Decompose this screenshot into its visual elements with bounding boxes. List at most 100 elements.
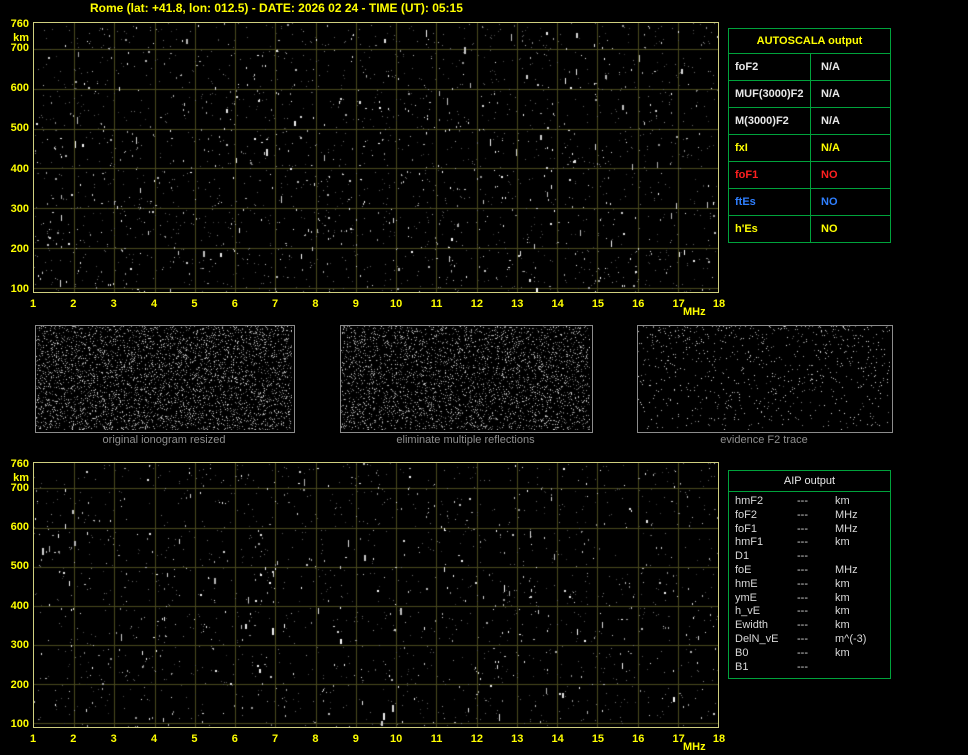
x-axis-tick: 1 xyxy=(29,733,37,745)
y-axis-tick: 760 xyxy=(10,18,29,30)
aip-row-2: foF1 --- MHz xyxy=(729,523,890,537)
y-axis-tick: 600 xyxy=(10,521,29,534)
aip-row-3: hmF1 --- km xyxy=(729,536,890,550)
aip-row-11: B0 --- km xyxy=(729,647,890,661)
autoscala-param-name: h'Es xyxy=(729,216,811,242)
aip-param-name: hmF1 xyxy=(735,536,764,549)
autoscala-param-value: N/A xyxy=(821,61,840,73)
aip-param-unit: km xyxy=(835,646,850,659)
aip-table-rows: hmF2 --- km foF2 --- MHz foF1 --- MHz hmF1 --- km D1… xyxy=(729,492,890,678)
autoscala-param-value: N/A xyxy=(821,88,840,100)
aip-param-unit: km xyxy=(835,619,850,632)
aip-param-value: --- xyxy=(797,550,808,563)
thumbnail-caption-evidence: evidence F2 trace xyxy=(720,434,808,446)
autoscala-row-2: M(3000)F2 N/A xyxy=(729,108,890,135)
aip-param-name: DelN_vE xyxy=(735,632,779,645)
aip-row-5: foE --- MHz xyxy=(729,564,890,578)
aip-param-value: --- xyxy=(797,591,808,604)
autoscala-param-value: NO xyxy=(821,223,838,235)
thumbnail-eliminate-reflections-canvas xyxy=(341,326,590,430)
aip-table-title: AIP output xyxy=(729,471,890,492)
x-axis-tick: 11 xyxy=(430,298,443,310)
y-axis-tick: 500 xyxy=(10,560,29,573)
autoscala-param-name: foF1 xyxy=(729,162,811,188)
aip-param-name: Ewidth xyxy=(735,619,769,632)
aip-row-6: hmE --- km xyxy=(729,578,890,592)
aip-param-name: hmF2 xyxy=(735,495,764,507)
x-axis-tick: 9 xyxy=(352,733,359,745)
x-axis-tick: 6 xyxy=(231,733,238,745)
aip-row-7: ymE --- km xyxy=(729,592,890,606)
x-axis-tick: 4 xyxy=(150,298,158,310)
autoscala-table-title: AUTOSCALA output xyxy=(729,29,890,54)
y-axis-tick: 760 xyxy=(10,457,29,470)
x-axis-tick: 8 xyxy=(312,298,319,310)
autoscala-param-value: N/A xyxy=(821,115,840,127)
aip-row-0: hmF2 --- km xyxy=(729,495,890,509)
autoscala-row-0: foF2 N/A xyxy=(729,54,890,81)
aip-row-1: foF2 --- MHz xyxy=(729,509,890,523)
x-axis-unit-label: MHz xyxy=(683,741,706,753)
y-axis-tick: 200 xyxy=(10,678,29,691)
aip-output-table: AIP output hmF2 --- km foF2 --- MHz foF1 --- MHz… xyxy=(728,470,891,680)
x-axis-tick: 5 xyxy=(191,298,198,310)
x-axis-tick: 7 xyxy=(272,733,279,745)
ionogram-bottom-canvas xyxy=(34,463,718,727)
x-axis-tick: 4 xyxy=(150,733,158,745)
y-axis-tick: 400 xyxy=(10,599,29,612)
autoscala-param-name: MUF(3000)F2 xyxy=(729,81,811,107)
aip-param-value: --- xyxy=(797,495,808,507)
aip-param-value: --- xyxy=(797,660,808,673)
aip-param-name: B0 xyxy=(735,646,749,659)
x-axis-tick: 9 xyxy=(352,298,359,310)
x-axis-tick: 16 xyxy=(632,733,645,745)
x-axis-tick: 7 xyxy=(272,298,279,310)
x-axis-tick: 10 xyxy=(390,298,403,310)
autoscala-param-name: foF2 xyxy=(729,54,811,80)
x-axis-tick: 16 xyxy=(632,298,645,310)
autoscala-param-name: ftEs xyxy=(729,189,811,215)
aip-param-value: --- xyxy=(797,577,808,590)
y-axis-tick: 100 xyxy=(10,718,29,731)
thumbnail-original-ionogram-canvas xyxy=(36,326,292,430)
autoscala-param-value: NO xyxy=(821,169,838,181)
aip-row-10: DelN_vE --- m^(-3) xyxy=(729,633,890,647)
x-axis-tick: 13 xyxy=(511,733,524,745)
autoscala-window: Rome (lat: +41.8, lon: 012.5) - DATE: 20… xyxy=(0,0,968,755)
thumbnail-evidence-f2-trace-canvas xyxy=(638,326,890,430)
aip-param-unit: MHz xyxy=(835,508,858,521)
aip-row-4: D1 --- xyxy=(729,550,890,564)
thumbnail-original-ionogram xyxy=(35,325,295,433)
x-axis-unit-label: MHz xyxy=(683,306,706,318)
ionogram-plot-top xyxy=(33,22,719,293)
aip-param-unit: MHz xyxy=(835,563,858,576)
aip-param-value: --- xyxy=(797,536,808,549)
aip-param-value: --- xyxy=(797,619,808,632)
aip-param-value: --- xyxy=(797,522,808,535)
y-axis-tick: 600 xyxy=(10,82,29,95)
x-axis-tick: 2 xyxy=(70,298,77,310)
aip-param-name: h_vE xyxy=(735,605,761,618)
autoscala-output-table: AUTOSCALA output foF2 N/A MUF(3000)F2 N/A M(… xyxy=(728,28,891,243)
autoscala-row-1: MUF(3000)F2 N/A xyxy=(729,81,890,108)
x-axis-tick: 15 xyxy=(591,298,605,310)
ionogram-plot-bottom xyxy=(33,462,719,728)
aip-param-unit: MHz xyxy=(835,522,858,535)
thumbnail-eliminate-reflections xyxy=(340,325,593,433)
aip-param-unit: km xyxy=(835,591,850,604)
autoscala-table-rows: foF2 N/A MUF(3000)F2 N/A M(3000)F2 N/A fxI N/A f… xyxy=(729,54,890,242)
y-axis-unit-label: km xyxy=(13,472,29,484)
autoscala-row-4: foF1 NO xyxy=(729,162,890,189)
thumbnail-caption-original: original ionogram resized xyxy=(102,434,226,446)
x-axis-tick: 14 xyxy=(551,298,564,310)
autoscala-row-3: fxI N/A xyxy=(729,135,890,162)
y-axis-tick: 400 xyxy=(10,162,29,175)
x-axis-tick: 6 xyxy=(231,298,238,310)
aip-param-value: --- xyxy=(797,605,808,618)
autoscala-param-value: N/A xyxy=(821,142,840,154)
aip-param-value: --- xyxy=(797,508,808,521)
x-axis-tick: 15 xyxy=(591,733,605,745)
aip-row-9: Ewidth --- km xyxy=(729,619,890,633)
aip-param-unit: km xyxy=(835,536,850,549)
aip-param-name: B1 xyxy=(735,660,749,673)
